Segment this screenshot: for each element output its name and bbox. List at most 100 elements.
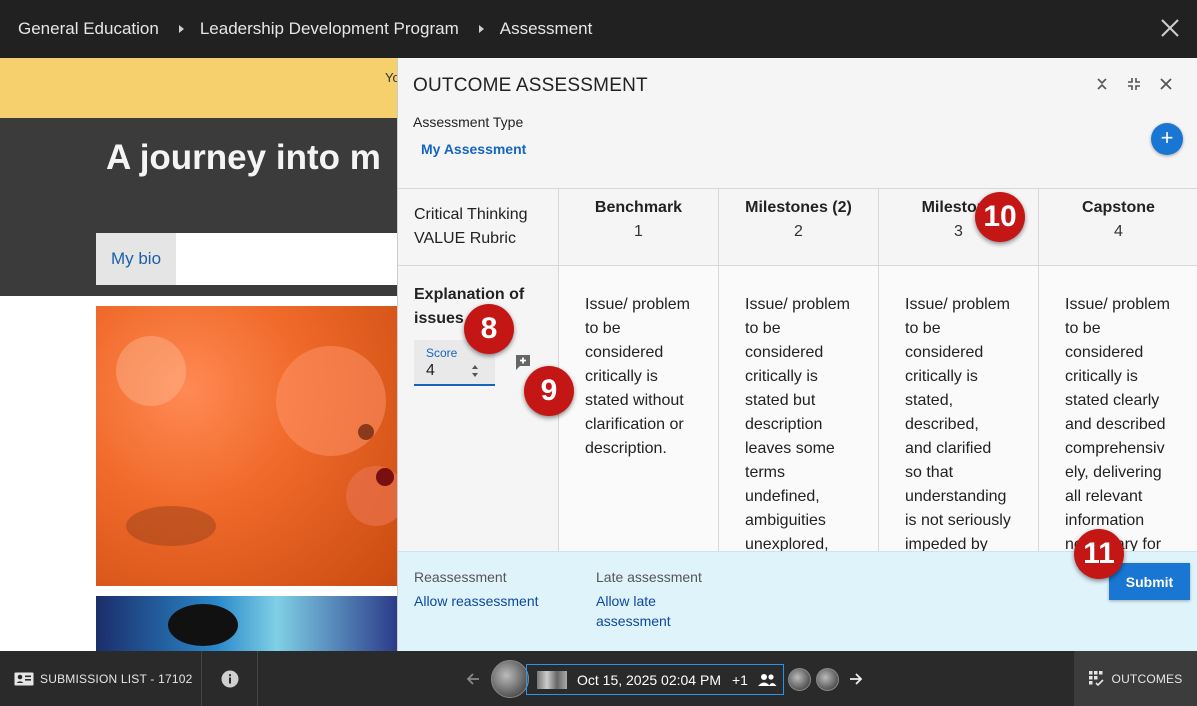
rubric-level-column: Milestone 3 Issue/ problem to be conside… <box>878 189 1038 551</box>
avatar[interactable] <box>491 660 529 698</box>
info-button[interactable] <box>202 651 258 706</box>
rubric-name-header: Critical Thinking VALUE Rubric <box>398 189 558 266</box>
description-line: considered <box>1065 344 1144 361</box>
info-icon <box>221 670 238 687</box>
shrink-icon[interactable] <box>1125 75 1143 93</box>
description-line: to be <box>905 320 941 337</box>
breadcrumb-item-course[interactable]: General Education <box>18 19 159 39</box>
description-line: so that <box>905 464 954 481</box>
avatar[interactable] <box>788 668 811 691</box>
description-line: stated clearly <box>1065 392 1160 409</box>
link-line: assessment <box>596 613 671 629</box>
outcomes-button[interactable]: OUTCOMES <box>1074 651 1197 706</box>
score-label: Score <box>426 346 458 360</box>
description-line: to be <box>585 320 621 337</box>
step-badge: 8 <box>464 304 514 354</box>
extra-count: +1 <box>731 671 748 688</box>
description-line: critically is <box>1065 368 1138 385</box>
rubric-name-line: VALUE Rubric <box>414 230 516 247</box>
criterion-name-line: Explanation of <box>414 286 525 303</box>
image-bokeh <box>116 336 186 406</box>
description-line: clarification or <box>585 416 684 433</box>
late-assessment-label: Late assessment <box>596 569 702 585</box>
submission-date: Oct 15, 2025 02:04 PM <box>577 671 721 688</box>
description-line: to be <box>745 320 781 337</box>
description-line: critically is <box>745 368 818 385</box>
page-title: A journey into m <box>106 138 381 177</box>
outcomes-grid-icon <box>1088 671 1104 686</box>
rubric-name: Critical Thinking VALUE Rubric <box>414 203 528 251</box>
abstract-image <box>96 596 397 652</box>
close-icon[interactable] <box>1159 17 1181 39</box>
description-line: ely, delivering <box>1065 464 1162 481</box>
level-description[interactable]: Issue/ problem to be considered critical… <box>1065 293 1185 551</box>
step-badge: 11 <box>1074 529 1124 579</box>
description-line: considered <box>745 344 824 361</box>
allow-late-assessment-link[interactable]: Allow late assessment <box>596 591 671 631</box>
description-line: stated but <box>745 392 816 409</box>
level-score: 4 <box>1114 223 1123 240</box>
allow-reassessment-link[interactable]: Allow reassessment <box>414 591 539 611</box>
breadcrumb-item-program[interactable]: Leadership Development Program <box>200 19 459 39</box>
rubric-table: Critical Thinking VALUE Rubric Explanati… <box>398 188 1197 551</box>
description-line: described, <box>905 416 979 433</box>
description-line: description <box>745 416 823 433</box>
description-line: Issue/ problem <box>585 296 690 313</box>
score-value[interactable]: 4 <box>426 362 435 380</box>
molecule-image <box>96 306 397 586</box>
tab-my-bio[interactable]: My bio <box>96 233 176 285</box>
image-atom <box>376 468 394 486</box>
breadcrumb-chevron-icon <box>478 25 484 33</box>
outcomes-label: OUTCOMES <box>1111 671 1183 686</box>
description-line: critically is <box>905 368 978 385</box>
level-score: 1 <box>634 223 643 240</box>
arrow-left-icon[interactable] <box>465 671 481 687</box>
reassessment-label: Reassessment <box>414 569 507 585</box>
arrow-right-icon[interactable] <box>848 671 864 687</box>
submission-date-selector[interactable]: Oct 15, 2025 02:04 PM +1 <box>526 664 784 695</box>
level-description[interactable]: Issue/ problem to be considered critical… <box>905 293 1025 551</box>
description-line: description. <box>585 440 667 457</box>
score-stepper-icon[interactable] <box>471 363 479 379</box>
level-name: Capstone <box>1082 199 1155 216</box>
level-description[interactable]: Issue/ problem to be considered critical… <box>585 293 705 461</box>
page-hero: A journey into m My bio <box>0 118 397 296</box>
description-line: comprehensiv <box>1065 440 1165 457</box>
panel-title: OUTCOME ASSESSMENT <box>413 75 648 96</box>
comment-add-icon[interactable] <box>514 353 532 371</box>
breadcrumb-chevron-icon <box>178 25 184 33</box>
bottom-toolbar: SUBMISSION LIST - 17102 Oct 15, 2025 02:… <box>0 651 1197 706</box>
submission-thumbnail <box>537 670 567 689</box>
description-line: impeded by <box>905 536 988 551</box>
description-line: leaves some <box>745 440 835 457</box>
description-line: ambiguities <box>745 512 826 529</box>
collapse-icon[interactable] <box>1093 75 1111 93</box>
description-line: considered <box>905 344 984 361</box>
level-description[interactable]: Issue/ problem to be considered critical… <box>745 293 865 551</box>
image-bokeh <box>276 346 386 456</box>
rubric-level-column: Milestones (2) 2 Issue/ problem to be co… <box>718 189 878 551</box>
level-name: Benchmark <box>594 199 683 216</box>
rubric-level-column: Capstone 4 Issue/ problem to be consider… <box>1038 189 1197 551</box>
description-line: information <box>1065 512 1145 529</box>
image-shape <box>168 604 238 646</box>
description-line: Issue/ problem <box>905 296 1010 313</box>
step-badge: 9 <box>524 366 574 416</box>
id-card-icon <box>14 672 34 685</box>
description-line: Issue/ problem <box>745 296 850 313</box>
add-assessment-button[interactable]: + <box>1151 123 1183 155</box>
level-score: 2 <box>794 223 803 240</box>
submission-list-button[interactable]: SUBMISSION LIST - 17102 <box>0 651 202 706</box>
notice-banner: Yo <box>0 58 400 118</box>
description-line: undefined, <box>745 488 820 505</box>
level-header: Benchmark 1 <box>559 189 718 266</box>
assessment-type-link[interactable]: My Assessment <box>421 141 526 157</box>
avatar[interactable] <box>816 668 839 691</box>
page-tab-bar: My bio <box>96 233 397 285</box>
description-line: understanding <box>905 488 1007 505</box>
breadcrumb-item-assessment: Assessment <box>499 19 593 38</box>
submit-button[interactable]: Submit <box>1109 563 1190 600</box>
close-icon[interactable] <box>1157 75 1175 93</box>
description-line: stated, <box>905 392 954 409</box>
assessment-type-label: Assessment Type <box>413 114 524 130</box>
